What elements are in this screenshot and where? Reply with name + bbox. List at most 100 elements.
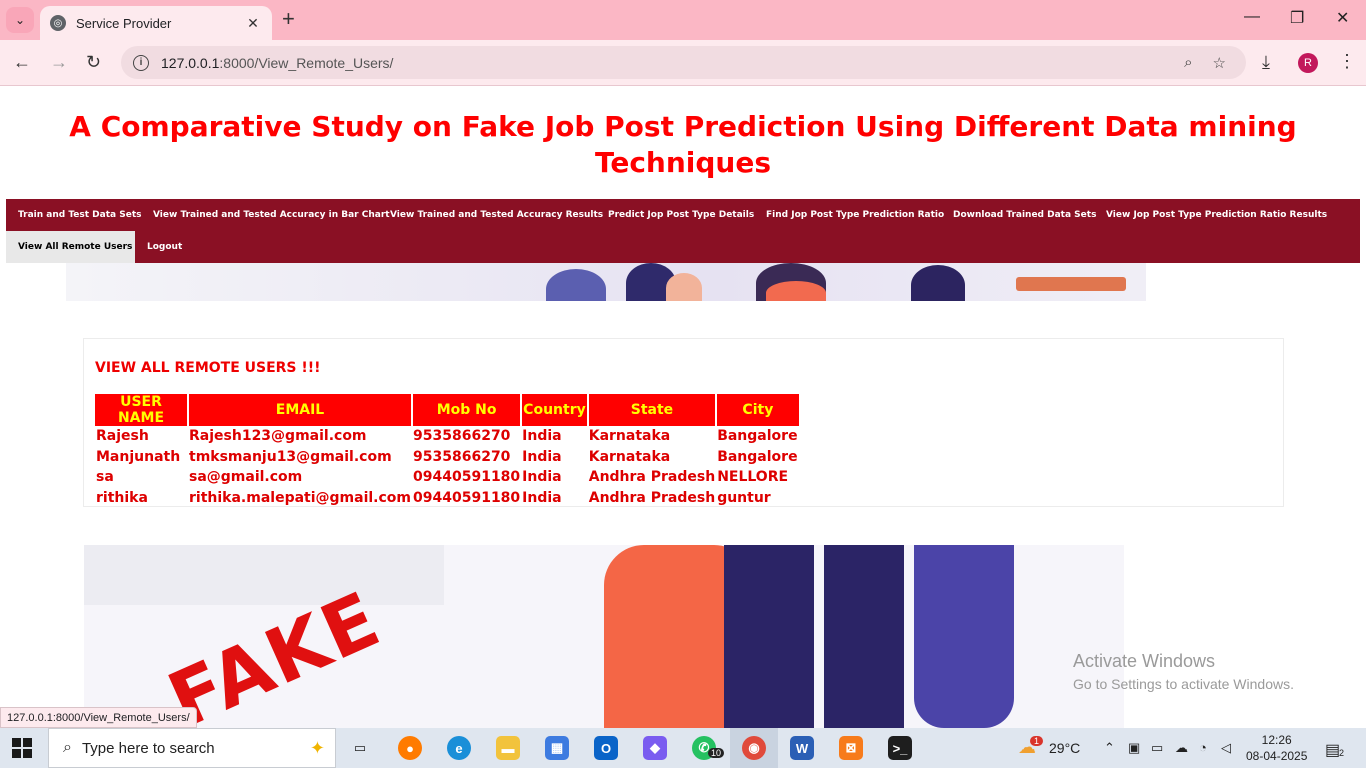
table-row: rithika rithika.malepati@gmail.com 09440… <box>95 488 799 509</box>
file-explorer-icon[interactable]: ▬ <box>496 736 520 760</box>
activate-windows-watermark: Activate Windows Go to Settings to activ… <box>1073 651 1294 692</box>
cell-city: guntur <box>717 489 771 506</box>
browser-tab[interactable]: ◎ Service Provider ✕ <box>40 6 272 40</box>
windows-taskbar: ⌕ Type here to search ✦ ▭ ● e ▬ ▦ O ◆ ✆ … <box>0 728 1366 768</box>
cell-username: Manjunath <box>96 448 181 465</box>
cell-country: India <box>522 448 562 465</box>
task-view-icon[interactable]: ▭ <box>348 736 372 760</box>
cell-city: Bangalore <box>717 448 798 465</box>
nav-accuracy-bar-chart[interactable]: View Trained and Tested Accuracy in Bar … <box>141 199 402 231</box>
terminal-icon[interactable]: >_ <box>888 736 912 760</box>
nav-predict-job-post[interactable]: Predict Jop Post Type Details <box>596 199 766 231</box>
url-text[interactable]: 127.0.0.1:8000/View_Remote_Users/ <box>161 55 1184 71</box>
cell-mobile: 09440591180 <box>413 489 521 506</box>
cell-mobile: 09440591180 <box>413 469 521 486</box>
edge-icon[interactable]: e <box>447 736 471 760</box>
volume-icon[interactable]: ◁ <box>1221 740 1231 756</box>
cell-email: tmksmanju13@gmail.com <box>189 448 392 465</box>
notifications-icon[interactable]: ▤ <box>1325 740 1340 760</box>
profile-avatar[interactable]: R <box>1298 53 1318 73</box>
table-row: Rajesh Rajesh123@gmail.com 9535866270 In… <box>95 426 799 447</box>
illustration-figure <box>666 273 702 301</box>
word-icon[interactable]: W <box>790 736 814 760</box>
cell-mobile: 9535866270 <box>413 448 511 465</box>
globe-icon: ◎ <box>50 15 66 31</box>
tab-search-chevron-icon[interactable]: ⌄ <box>6 7 34 33</box>
nav-prediction-ratio-results[interactable]: View Jop Post Type Prediction Ratio Resu… <box>1094 199 1339 231</box>
table-row: Manjunath tmksmanju13@gmail.com 95358662… <box>95 447 799 468</box>
restore-icon[interactable]: ❐ <box>1290 8 1304 28</box>
section-heading: VIEW ALL REMOTE USERS !!! <box>95 360 321 376</box>
meet-now-icon[interactable]: ▣ <box>1128 740 1140 756</box>
illustration-figure <box>724 545 814 728</box>
temperature-text[interactable]: 29°C <box>1049 740 1080 756</box>
cell-country: India <box>522 469 562 486</box>
nav-view-remote-users[interactable]: View All Remote Users <box>6 231 135 263</box>
cell-username: Rajesh <box>96 428 149 445</box>
clock-time: 12:26 <box>1261 733 1292 747</box>
nav-logout[interactable]: Logout <box>135 231 194 263</box>
bookmark-star-icon[interactable]: ☆ <box>1213 54 1226 72</box>
hero-backdrop <box>84 545 444 605</box>
column-header: State <box>587 394 718 426</box>
illustration-figure <box>766 281 826 301</box>
column-header: USER NAME <box>95 394 189 426</box>
search-highlight-icon: ✦ <box>309 738 325 758</box>
web-page: A Comparative Study on Fake Job Post Pre… <box>0 87 1366 728</box>
onedrive-icon[interactable]: ☁ <box>1175 740 1188 756</box>
site-info-icon[interactable]: i <box>133 54 149 71</box>
watermark-subtitle: Go to Settings to activate Windows. <box>1073 676 1294 692</box>
copilot-icon[interactable]: ◆ <box>643 736 667 760</box>
windows-start-icon[interactable] <box>12 738 32 758</box>
telescope-illustration <box>1016 277 1126 291</box>
illustration-figure <box>914 545 1014 728</box>
cell-state: Andhra Pradesh <box>588 489 716 506</box>
minimize-icon[interactable]: — <box>1244 8 1260 26</box>
tab-title: Service Provider <box>76 15 172 31</box>
firefox-icon[interactable]: ● <box>398 736 422 760</box>
nav-download-data-sets[interactable]: Download Trained Data Sets <box>941 199 1108 231</box>
reload-icon[interactable]: ↻ <box>86 52 101 73</box>
nav-prediction-ratio[interactable]: Find Jop Post Type Prediction Ratio <box>754 199 956 231</box>
remote-users-panel: VIEW ALL REMOTE USERS !!! USER NAME EMAI… <box>83 338 1284 507</box>
notification-count: 2 <box>1339 748 1345 758</box>
wifi-icon[interactable]: ◔ <box>1199 740 1207 755</box>
store-icon[interactable]: ▦ <box>545 736 569 760</box>
cell-city: NELLORE <box>717 469 789 486</box>
nav-accuracy-results[interactable]: View Trained and Tested Accuracy Results <box>378 199 615 231</box>
cell-mobile: 9535866270 <box>413 428 511 445</box>
main-navbar: Train and Test Data Sets View Trained an… <box>6 199 1360 263</box>
taskbar-search-box[interactable]: ⌕ Type here to search ✦ <box>48 728 336 768</box>
watermark-title: Activate Windows <box>1073 651 1216 671</box>
chevron-up-icon[interactable]: ⌃ <box>1104 740 1115 756</box>
column-header: Mob No <box>412 394 523 426</box>
forward-arrow-icon[interactable]: → <box>50 52 68 73</box>
battery-icon[interactable]: ▭ <box>1151 740 1163 756</box>
chrome-icon[interactable]: ◉ <box>742 736 766 760</box>
whatsapp-badge: 10 <box>708 748 725 758</box>
taskbar-active-app[interactable]: ◉ <box>730 728 778 768</box>
cell-state: Karnataka <box>588 428 671 445</box>
banner-illustration <box>66 263 1146 301</box>
cell-username: rithika <box>96 489 148 506</box>
search-placeholder: Type here to search <box>81 739 215 757</box>
outlook-icon[interactable]: O <box>594 736 618 760</box>
close-tab-icon[interactable]: ✕ <box>244 15 262 32</box>
cell-city: Bangalore <box>717 428 798 445</box>
back-arrow-icon[interactable]: ← <box>13 52 31 73</box>
zoom-icon[interactable]: ⌕ <box>1184 54 1192 71</box>
taskbar-clock[interactable]: 12:26 08-04-2025 <box>1246 732 1307 764</box>
status-bar-url: 127.0.0.1:8000/View_Remote_Users/ <box>0 707 197 728</box>
browser-menu-icon[interactable]: ⋮ <box>1338 51 1356 72</box>
illustration-figure <box>911 265 965 301</box>
address-bar[interactable]: i 127.0.0.1:8000/View_Remote_Users/ ⌕ ☆ <box>121 46 1246 79</box>
close-window-icon[interactable]: ✕ <box>1336 8 1349 28</box>
xampp-icon[interactable]: ⊠ <box>839 736 863 760</box>
table-header-row: USER NAME EMAIL Mob No Country State Cit… <box>95 394 799 426</box>
new-tab-icon[interactable]: + <box>282 8 295 30</box>
nav-train-test-data-sets[interactable]: Train and Test Data Sets <box>6 199 153 231</box>
cell-country: India <box>522 489 562 506</box>
weather-badge: 1 <box>1030 736 1044 746</box>
download-icon[interactable]: ⤓ <box>1262 52 1270 73</box>
browser-toolbar: ← → ↻ i 127.0.0.1:8000/View_Remote_Users… <box>0 40 1366 86</box>
